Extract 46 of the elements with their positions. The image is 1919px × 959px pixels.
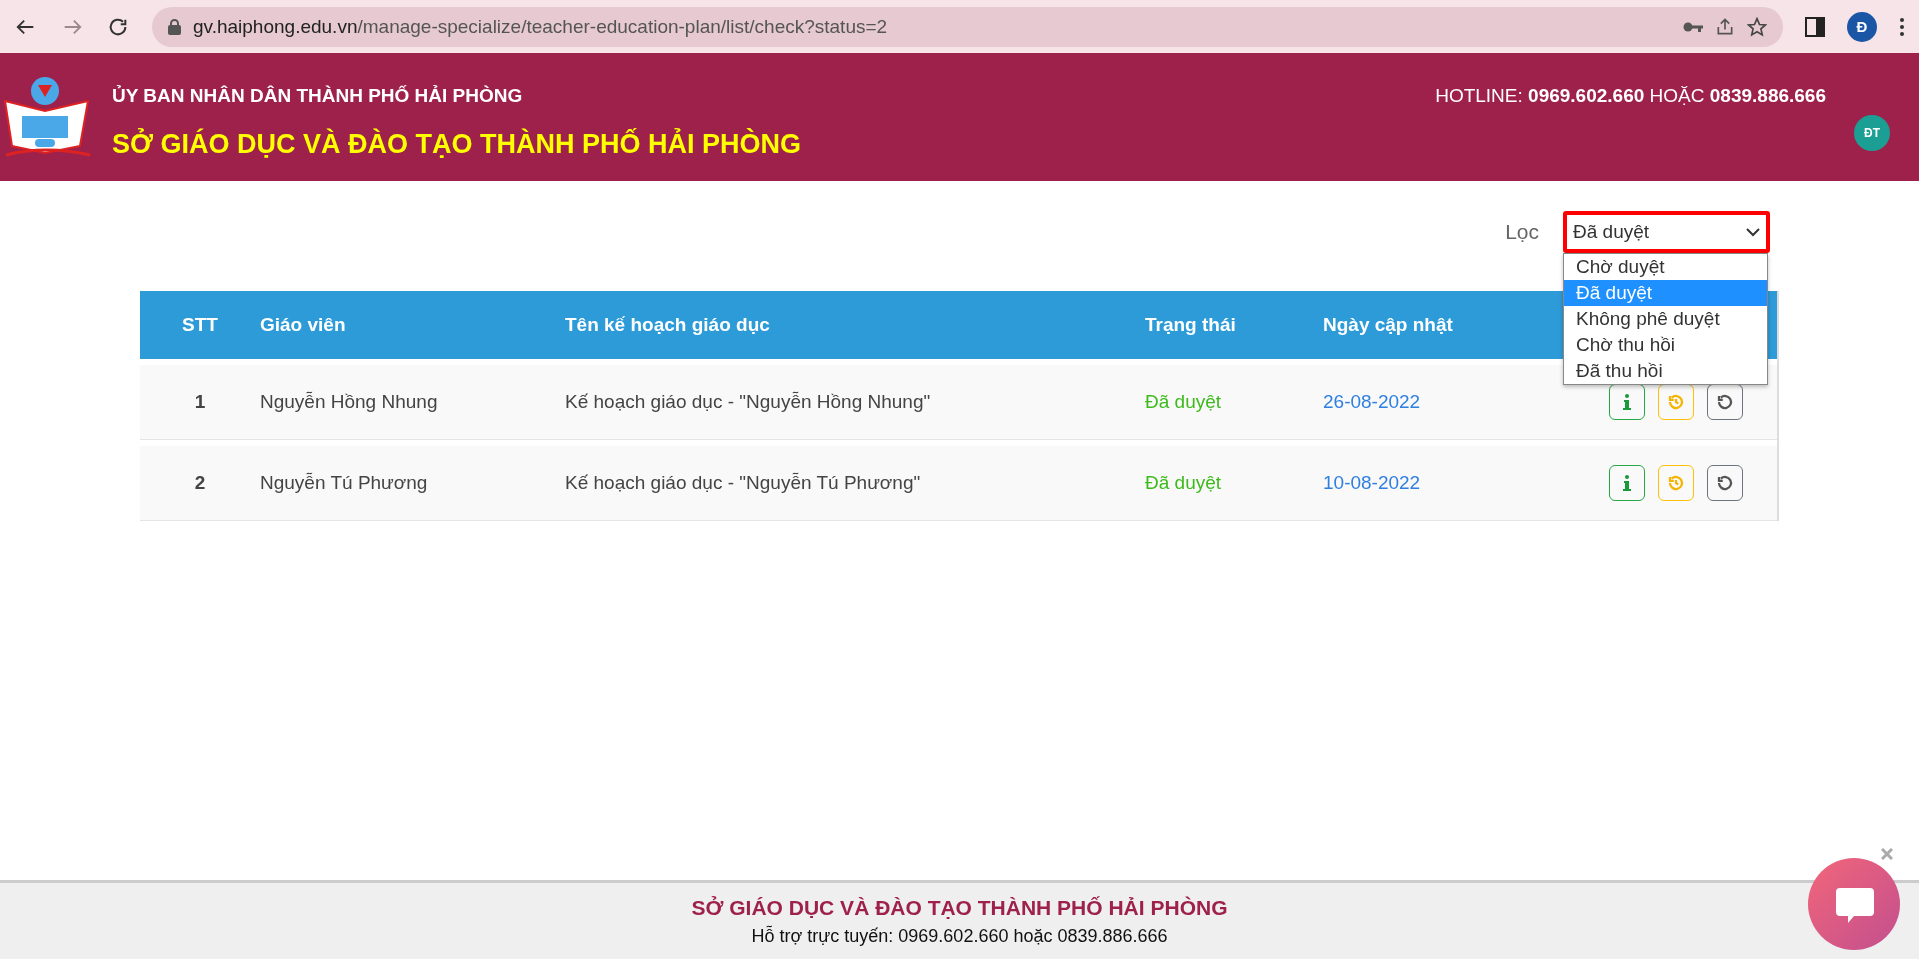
table-cell-text: Kế hoạch giáo dục - "Nguyễn Tú Phương" (565, 472, 922, 494)
column-header: Trạng thái (1145, 314, 1237, 336)
table-cell-text: 1 (193, 391, 207, 413)
authority-name: ỦY BAN NHÂN DÂN THÀNH PHỐ HẢI PHÒNG (112, 85, 524, 107)
department-title: SỞ GIÁO DỤC VÀ ĐÀO TẠO THÀNH PHỐ HẢI PHÒNG (112, 129, 803, 160)
status-cell-text: Đã duyệt (1145, 472, 1223, 494)
info-icon (1623, 394, 1631, 410)
footer-support: Hỗ trợ trực tuyến: 0969.602.660 hoặc 0839.886.666 (751, 925, 1168, 947)
status-option[interactable]: Chờ thu hồi (1564, 332, 1767, 358)
status-option[interactable]: Chờ duyệt (1564, 254, 1767, 280)
undo-button[interactable] (1707, 465, 1743, 501)
close-icon (1881, 848, 1893, 860)
status-select[interactable]: Đã duyệt (1563, 211, 1770, 253)
undo-icon (1716, 393, 1734, 411)
lock-icon (168, 18, 181, 35)
hotline-text: HOTLINE: 0969.602.660 HOẶC 0839.886.666 (1435, 85, 1826, 107)
footer-title: SỞ GIÁO DỤC VÀ ĐÀO TẠO THÀNH PHỐ HẢI PHÒNG (691, 895, 1228, 920)
url-host: gv.haiphong.edu.vn (193, 15, 358, 37)
share-icon[interactable] (1715, 16, 1735, 37)
address-bar[interactable]: gv.haiphong.edu.vn/manage-specialize/teacher-education-plan/list/check?status=2 (152, 6, 1783, 47)
star-icon[interactable] (1747, 16, 1767, 37)
info-button[interactable] (1609, 465, 1645, 501)
menu-icon[interactable] (1899, 16, 1905, 37)
date-cell-text: 26-08-2022 (1323, 391, 1422, 413)
status-option[interactable]: Đã thu hồi (1564, 358, 1767, 384)
info-icon (1623, 475, 1631, 491)
column-header: Ngày cập nhật (1323, 314, 1454, 336)
key-icon[interactable] (1683, 20, 1703, 33)
side-panel-icon[interactable] (1805, 16, 1825, 37)
column-header: STT (181, 314, 219, 336)
undo-icon (1716, 474, 1734, 492)
chevron-down-icon (1746, 227, 1760, 237)
status-option[interactable]: Không phê duyệt (1564, 306, 1767, 332)
date-cell-text: 10-08-2022 (1323, 472, 1422, 494)
filter-label: Lọc (1505, 220, 1539, 244)
column-header: Giáo viên (260, 314, 347, 336)
status-cell-text: Đã duyệt (1145, 391, 1223, 413)
history-icon (1667, 474, 1685, 492)
history-icon (1667, 393, 1685, 411)
table-cell-text: Kế hoạch giáo dục - "Nguyễn Hồng Nhung" (565, 391, 932, 413)
column-header: Tên kế hoạch giáo dục (565, 314, 771, 336)
url-path: /manage-specialize/teacher-education-plan/list/check?status=2 (357, 15, 888, 37)
table-cell-text: 2 (193, 472, 207, 494)
table-cell-text: Nguyễn Hồng Nhung (260, 391, 439, 413)
table-cell-text: Nguyễn Tú Phương (260, 472, 429, 494)
profile-avatar[interactable]: Đ (1847, 11, 1877, 42)
